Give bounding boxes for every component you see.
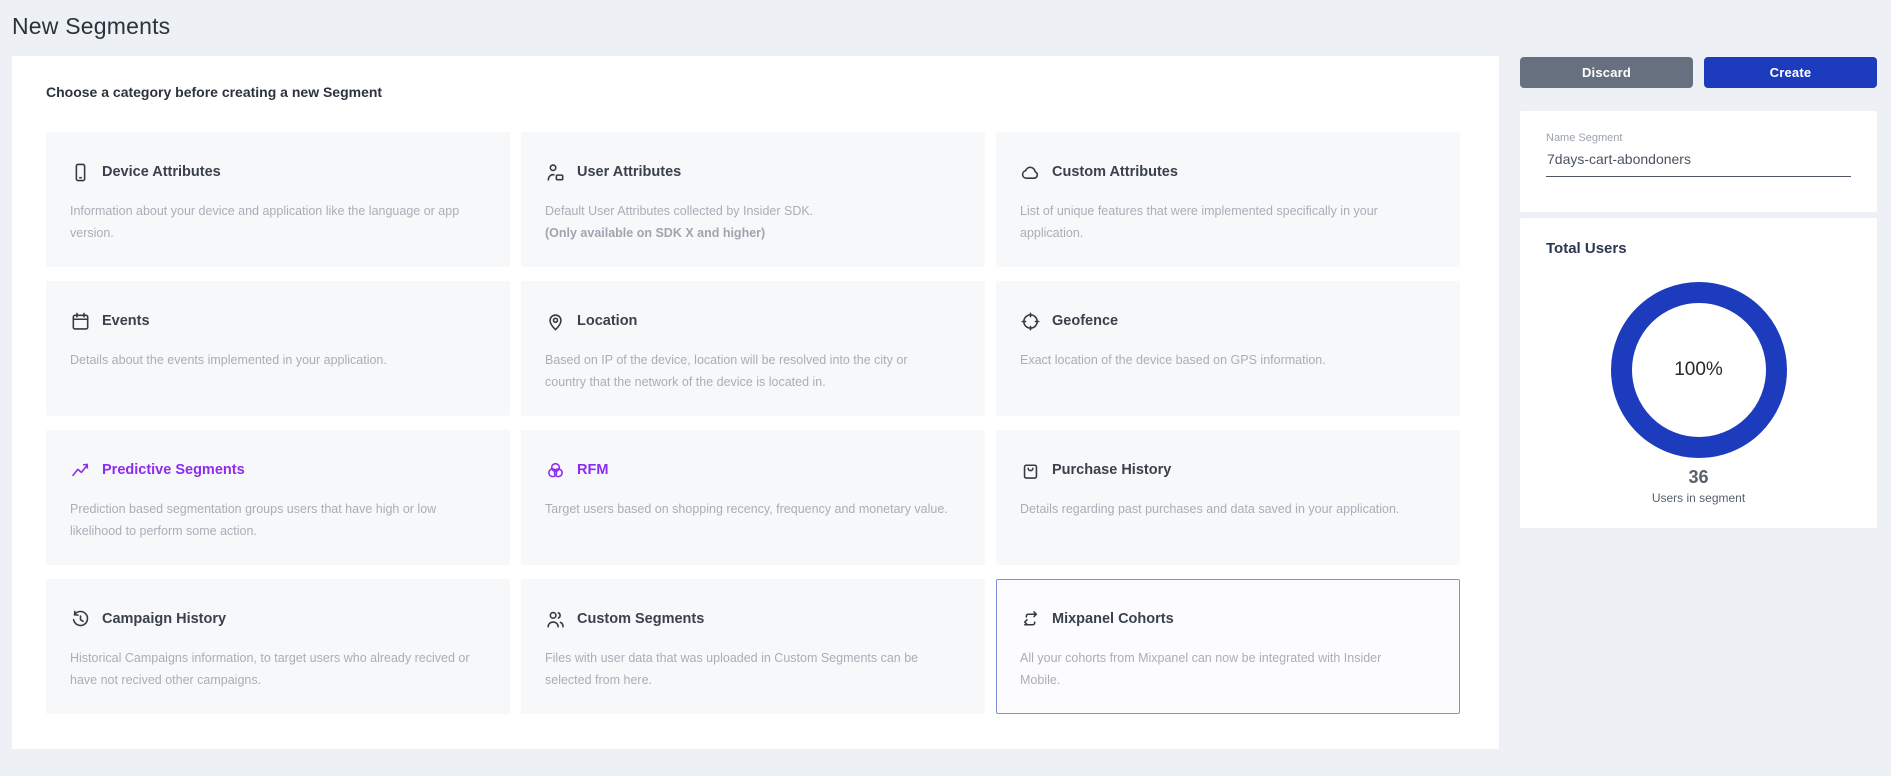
total-users-heading: Total Users — [1520, 218, 1877, 257]
category-card-purchase-history[interactable]: Purchase History Details regarding past … — [996, 430, 1460, 565]
card-description: Exact location of the device based on GP… — [1020, 349, 1439, 371]
card-description: All your cohorts from Mixpanel can now b… — [1020, 647, 1439, 691]
card-description: Historical Campaigns information, to tar… — [70, 647, 489, 691]
total-users-card: Total Users 100% 36 Users in segment — [1520, 218, 1877, 528]
calendar-icon — [70, 311, 91, 332]
name-segment-label: Name Segment — [1546, 132, 1851, 144]
crosshair-icon — [1020, 311, 1041, 332]
card-description: Default User Attributes collected by Ins… — [545, 200, 964, 222]
trend-up-icon — [70, 460, 91, 481]
card-label: Events — [102, 313, 150, 329]
category-card-mixpanel-cohorts[interactable]: Mixpanel Cohorts All your cohorts from M… — [996, 579, 1460, 714]
category-card-predictive-segments[interactable]: Predictive Segments Prediction based seg… — [46, 430, 510, 565]
card-label: Location — [577, 313, 637, 329]
transfer-icon — [1020, 609, 1041, 630]
card-label: Mixpanel Cohorts — [1052, 611, 1174, 627]
category-card-device-attributes[interactable]: Device Attributes Information about your… — [46, 132, 510, 267]
discard-button[interactable]: Discard — [1520, 57, 1693, 88]
card-title-row: Device Attributes — [70, 161, 489, 183]
user-badge-icon — [545, 162, 566, 183]
card-description-note: (Only available on SDK X and higher) — [545, 222, 964, 244]
card-label: User Attributes — [577, 164, 681, 180]
card-label: Device Attributes — [102, 164, 221, 180]
card-label: Purchase History — [1052, 462, 1171, 478]
card-title-row: Events — [70, 310, 489, 332]
card-label: Geofence — [1052, 313, 1118, 329]
category-panel: Choose a category before creating a new … — [12, 56, 1499, 749]
card-title-row: Custom Attributes — [1020, 161, 1439, 183]
card-title-row: Geofence — [1020, 310, 1439, 332]
category-grid: Device Attributes Information about your… — [46, 132, 1460, 714]
card-label: Predictive Segments — [102, 462, 245, 478]
card-description: Information about your device and applic… — [70, 200, 489, 244]
action-buttons: Discard Create — [1520, 57, 1877, 88]
create-button[interactable]: Create — [1704, 57, 1877, 88]
card-description: List of unique features that were implem… — [1020, 200, 1439, 244]
category-card-events[interactable]: Events Details about the events implemen… — [46, 281, 510, 416]
new-segments-page: { "page": { "title": "New Segments", "su… — [0, 0, 1891, 776]
category-panel-subtitle: Choose a category before creating a new … — [46, 84, 382, 100]
card-description: Based on IP of the device, location will… — [545, 349, 964, 393]
name-segment-card: Name Segment — [1520, 111, 1877, 212]
donut-percent-label: 100% — [1674, 359, 1723, 381]
venn-icon — [545, 460, 566, 481]
page-title: New Segments — [12, 13, 170, 40]
total-users-donut-chart: 100% — [1611, 282, 1787, 458]
name-segment-input[interactable] — [1546, 151, 1851, 177]
card-title-row: Location — [545, 310, 964, 332]
shopping-bag-icon — [1020, 460, 1041, 481]
card-title-row: Custom Segments — [545, 608, 964, 630]
category-card-campaign-history[interactable]: Campaign History Historical Campaigns in… — [46, 579, 510, 714]
card-description: Prediction based segmentation groups use… — [70, 498, 489, 542]
users-count: 36 — [1520, 467, 1877, 488]
map-pin-icon — [545, 311, 566, 332]
card-label: Custom Attributes — [1052, 164, 1178, 180]
history-clock-icon — [70, 609, 91, 630]
card-description: Target users based on shopping recency, … — [545, 498, 964, 520]
card-title-row: Predictive Segments — [70, 459, 489, 481]
card-title-row: Campaign History — [70, 608, 489, 630]
users-icon — [545, 609, 566, 630]
card-title-row: User Attributes — [545, 161, 964, 183]
card-description: Details regarding past purchases and dat… — [1020, 498, 1439, 520]
category-card-geofence[interactable]: Geofence Exact location of the device ba… — [996, 281, 1460, 416]
device-icon — [70, 162, 91, 183]
card-title-row: RFM — [545, 459, 964, 481]
users-count-caption: Users in segment — [1520, 491, 1877, 505]
category-card-custom-attributes[interactable]: Custom Attributes List of unique feature… — [996, 132, 1460, 267]
cloud-icon — [1020, 162, 1041, 183]
card-title-row: Mixpanel Cohorts — [1020, 608, 1439, 630]
category-card-user-attributes[interactable]: User Attributes Default User Attributes … — [521, 132, 985, 267]
card-label: Campaign History — [102, 611, 226, 627]
category-card-rfm[interactable]: RFM Target users based on shopping recen… — [521, 430, 985, 565]
card-title-row: Purchase History — [1020, 459, 1439, 481]
card-description: Details about the events implemented in … — [70, 349, 489, 371]
card-label: Custom Segments — [577, 611, 704, 627]
category-card-location[interactable]: Location Based on IP of the device, loca… — [521, 281, 985, 416]
category-card-custom-segments[interactable]: Custom Segments Files with user data tha… — [521, 579, 985, 714]
card-description: Files with user data that was uploaded i… — [545, 647, 964, 691]
card-label: RFM — [577, 462, 608, 478]
